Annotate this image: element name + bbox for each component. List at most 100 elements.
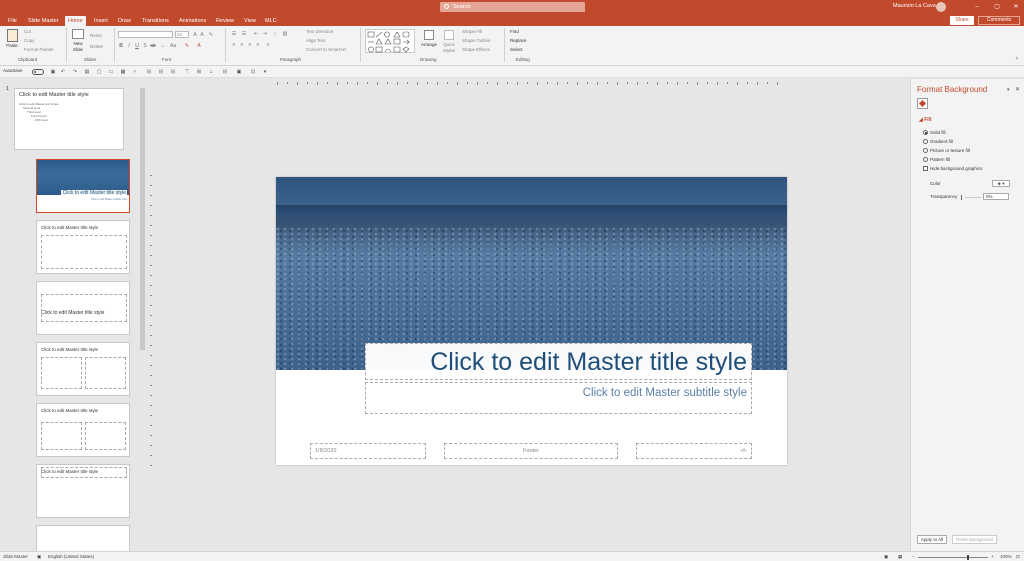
- pane-close-icon[interactable]: ✕: [1015, 86, 1020, 93]
- character-spacing-icon[interactable]: ↔: [160, 43, 166, 49]
- paste-icon[interactable]: [7, 29, 18, 42]
- layout-thumbnail[interactable]: Click to edit Master title style: [36, 342, 130, 396]
- line-spacing-icon[interactable]: ↕: [272, 31, 278, 37]
- format-painter-button[interactable]: Format Painter: [24, 47, 54, 52]
- quick-styles-icon[interactable]: [444, 30, 454, 40]
- decrease-font-icon[interactable]: A: [199, 32, 205, 38]
- align-right-icon[interactable]: ≡: [247, 42, 253, 48]
- comments-button[interactable]: Comments: [978, 16, 1020, 25]
- hide-background-graphics-checkbox[interactable]: [923, 166, 928, 171]
- text-direction-button[interactable]: Text Direction: [306, 29, 333, 34]
- replace-button[interactable]: Replace: [510, 38, 527, 43]
- thumbnails-scroll-thumb[interactable]: [140, 88, 145, 350]
- arrange-icon[interactable]: [424, 30, 434, 40]
- change-case-icon[interactable]: Aa: [170, 43, 176, 49]
- align-text-button[interactable]: Align Text: [306, 38, 325, 43]
- align-bottom-qat-icon[interactable]: ⊥: [208, 69, 214, 75]
- undo-icon[interactable]: ↶: [60, 69, 66, 75]
- save-icon[interactable]: ▣: [50, 69, 56, 75]
- new-file-icon[interactable]: ▢: [96, 69, 102, 75]
- align-center-qat-icon[interactable]: ⊟: [158, 69, 164, 75]
- footer-placeholder[interactable]: Footer: [444, 443, 618, 459]
- convert-smartart-button[interactable]: Convert to SmartArt: [306, 47, 346, 52]
- zoom-level[interactable]: 100%: [1000, 554, 1012, 559]
- layout-thumbnail-title-slide[interactable]: Click to edit Master title style Click t…: [36, 159, 130, 213]
- print-icon[interactable]: ▦: [120, 69, 126, 75]
- fill-section-header[interactable]: ◢ Fill: [919, 117, 931, 123]
- autosave-toggle[interactable]: [32, 69, 44, 75]
- highlight-icon[interactable]: ✎: [184, 43, 190, 49]
- increase-font-icon[interactable]: A: [192, 32, 198, 38]
- italic-icon[interactable]: I: [126, 43, 132, 49]
- align-left-icon[interactable]: ≡: [231, 42, 237, 48]
- gradient-fill-radio[interactable]: [923, 139, 928, 144]
- date-placeholder[interactable]: 1/8/2020: [310, 443, 426, 459]
- tab-insert[interactable]: Insert: [91, 16, 111, 26]
- decrease-indent-icon[interactable]: ⇤: [253, 31, 259, 37]
- thumbnails-scrollbar[interactable]: [140, 80, 145, 550]
- underline-icon[interactable]: U: [134, 43, 140, 49]
- tab-review[interactable]: Review: [213, 16, 237, 26]
- layout-thumbnail[interactable]: Click to edit Master title style: [36, 403, 130, 457]
- layout-thumbnail[interactable]: Click to edit Master title style: [36, 281, 130, 335]
- minimize-button[interactable]: –: [970, 2, 984, 12]
- zoom-out-icon[interactable]: −: [912, 554, 915, 559]
- clear-formatting-icon[interactable]: ✎: [208, 32, 214, 38]
- close-button[interactable]: ✕: [1009, 2, 1023, 12]
- zoom-in-icon[interactable]: +: [991, 554, 994, 559]
- align-middle-qat-icon[interactable]: ⊞: [196, 69, 202, 75]
- new-slide-icon[interactable]: [72, 29, 84, 39]
- reset-background-button[interactable]: Reset Background: [952, 535, 997, 544]
- avatar[interactable]: [936, 2, 946, 12]
- user-name[interactable]: Maurizio La Cava: [893, 3, 936, 9]
- solid-fill-radio[interactable]: [923, 130, 928, 135]
- cut-button[interactable]: Cut: [24, 29, 31, 34]
- distributed-icon[interactable]: ≡: [265, 42, 271, 48]
- collapse-ribbon-icon[interactable]: ˄: [1014, 56, 1020, 62]
- copy-button[interactable]: Copy: [24, 38, 35, 43]
- shadow-icon[interactable]: S: [142, 43, 148, 49]
- fill-icon[interactable]: [917, 98, 928, 109]
- tab-view[interactable]: View: [241, 16, 259, 26]
- fit-slide-icon[interactable]: ⊡: [1016, 554, 1020, 560]
- slide-number-placeholder[interactable]: ‹#›: [636, 443, 752, 459]
- align-top-qat-icon[interactable]: ⊤: [184, 69, 190, 75]
- align-left-qat-icon[interactable]: ⊟: [146, 69, 152, 75]
- picture-fill-radio[interactable]: [923, 148, 928, 153]
- tab-mlc[interactable]: MLC: [262, 16, 280, 26]
- bullets-icon[interactable]: ☰: [231, 31, 237, 37]
- tab-transitions[interactable]: Transitions: [139, 16, 172, 26]
- strikethrough-icon[interactable]: ab: [150, 43, 156, 49]
- zoom-slider[interactable]: [918, 557, 988, 558]
- paste-button[interactable]: Paste: [4, 43, 20, 48]
- align-right-qat-icon[interactable]: ⊟: [170, 69, 176, 75]
- transparency-input[interactable]: 0%: [983, 193, 1009, 200]
- tab-animations[interactable]: Animations: [176, 16, 209, 26]
- transparency-slider-thumb[interactable]: [961, 195, 962, 200]
- slide-canvas[interactable]: Click to edit Master title style Click t…: [276, 177, 787, 465]
- restore-button[interactable]: ▢: [990, 2, 1004, 12]
- master-thumbnail[interactable]: Click to edit Master title style Click t…: [14, 88, 124, 150]
- tab-slide-master[interactable]: Slide Master: [25, 16, 62, 26]
- title-placeholder[interactable]: Click to edit Master title style: [365, 343, 752, 380]
- shapes-gallery[interactable]: [365, 29, 415, 53]
- open-icon[interactable]: ▭: [108, 69, 114, 75]
- distribute-icon[interactable]: ⊟: [222, 69, 228, 75]
- font-color-icon[interactable]: A: [196, 43, 202, 49]
- font-size-input[interactable]: 24: [175, 31, 189, 38]
- align-center-icon[interactable]: ≡: [239, 42, 245, 48]
- color-picker-button[interactable]: ◈ ▾: [992, 180, 1010, 187]
- search-box[interactable]: Search: [440, 2, 585, 12]
- new-slide-button[interactable]: New Slide: [69, 41, 87, 53]
- font-name-input[interactable]: [118, 31, 173, 38]
- slide-sorter-icon[interactable]: ▦: [898, 554, 902, 560]
- reset-button[interactable]: Reset: [90, 33, 102, 38]
- find-button[interactable]: Find: [510, 29, 519, 34]
- subtitle-placeholder[interactable]: Click to edit Master subtitle style: [365, 382, 752, 414]
- select-button[interactable]: Select: [510, 47, 523, 52]
- bold-icon[interactable]: B: [118, 43, 124, 49]
- accessibility-icon[interactable]: ▣: [37, 554, 41, 560]
- layout-thumbnail[interactable]: Click to edit Master title style: [36, 464, 130, 518]
- pane-options-icon[interactable]: ▾: [1007, 87, 1010, 93]
- tab-draw[interactable]: Draw: [115, 16, 134, 26]
